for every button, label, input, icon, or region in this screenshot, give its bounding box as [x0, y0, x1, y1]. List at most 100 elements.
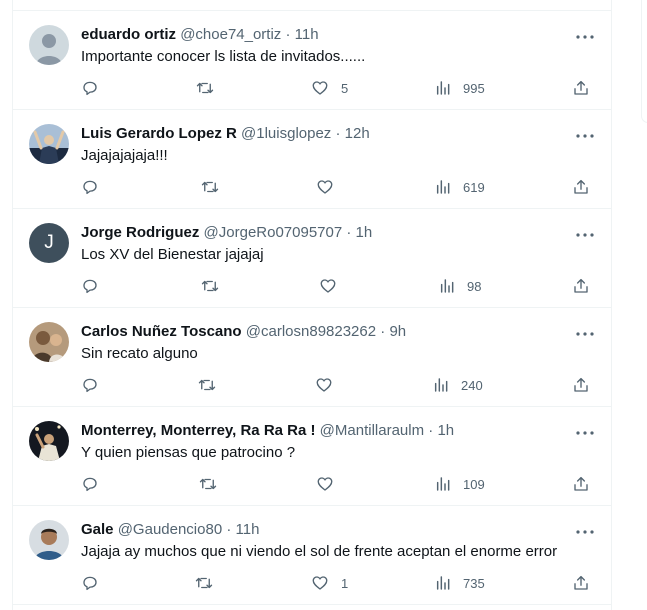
reply-icon — [83, 477, 97, 492]
author-name[interactable]: Luis Gerardo Lopez R — [81, 125, 237, 142]
author-handle[interactable]: @choe74_ortiz — [180, 26, 281, 43]
reply-button[interactable] — [81, 78, 111, 98]
avatar[interactable] — [29, 322, 69, 362]
view-count: 619 — [463, 179, 485, 195]
heart-icon — [312, 576, 328, 590]
share-button[interactable] — [572, 375, 590, 395]
retweet-button[interactable] — [197, 375, 229, 395]
timestamp[interactable]: 1h — [437, 422, 454, 439]
avatar[interactable] — [29, 421, 69, 461]
reply-tweet[interactable]: Carlos Nuñez Toscano @carlosn89823262 · … — [13, 308, 611, 407]
views-chart-icon — [436, 81, 450, 95]
more-options-icon[interactable] — [575, 126, 595, 146]
retweet-icon — [199, 478, 217, 490]
author-handle[interactable]: @JorgeRo07095707 — [204, 224, 343, 241]
timestamp[interactable]: 11h — [295, 26, 319, 43]
reply-button[interactable] — [81, 375, 111, 395]
reply-button[interactable] — [81, 474, 111, 494]
tweet-header: Carlos Nuñez Toscano @carlosn89823262 · … — [81, 322, 565, 342]
timestamp[interactable]: 12h — [345, 125, 370, 142]
reply-button[interactable] — [81, 276, 111, 296]
more-options-icon[interactable] — [575, 522, 595, 542]
share-icon — [574, 179, 588, 194]
views-button[interactable]: 109 — [435, 474, 485, 494]
like-button[interactable] — [315, 375, 345, 395]
more-options-icon[interactable] — [575, 27, 595, 47]
author-name[interactable]: Carlos Nuñez Toscano — [81, 323, 242, 340]
views-button[interactable]: 619 — [435, 177, 485, 197]
like-button[interactable] — [316, 177, 346, 197]
retweet-button[interactable] — [195, 78, 227, 98]
author-name[interactable]: Gale — [81, 521, 114, 538]
timestamp[interactable]: 9h — [389, 323, 406, 340]
like-button[interactable]: 1 — [311, 573, 348, 593]
author-handle[interactable]: @Gaudencio80 — [118, 521, 222, 538]
avatar[interactable] — [29, 520, 69, 560]
views-button[interactable]: 995 — [435, 78, 485, 98]
heart-icon — [316, 378, 332, 392]
author-name[interactable]: Monterrey, Monterrey, Ra Ra Ra ! — [81, 422, 316, 439]
author-handle[interactable]: @carlosn89823262 — [246, 323, 376, 340]
user-photo-icon — [29, 124, 69, 164]
author-name[interactable]: eduardo ortiz — [81, 26, 176, 43]
tweet-header: Monterrey, Monterrey, Ra Ra Ra ! @Mantil… — [81, 421, 565, 441]
retweet-icon — [201, 280, 219, 292]
avatar[interactable] — [29, 25, 69, 65]
more-options-icon[interactable] — [575, 324, 595, 344]
reply-button[interactable] — [81, 573, 111, 593]
reply-tweet[interactable]: Monterrey, Monterrey, Ra Ra Ra ! @Mantil… — [13, 407, 611, 506]
more-options-icon[interactable] — [575, 225, 595, 245]
separator-dot: · — [380, 323, 386, 340]
author-handle[interactable]: @Mantillaraulm — [320, 422, 424, 439]
view-count: 98 — [467, 278, 482, 294]
share-button[interactable] — [572, 78, 590, 98]
default-avatar-icon — [29, 25, 69, 65]
reply-tweet[interactable]: Gale @Gaudencio80 · 11h Jajaja ay muchos… — [13, 506, 611, 605]
retweet-button[interactable] — [200, 276, 232, 296]
share-icon — [574, 377, 588, 392]
share-button[interactable] — [572, 177, 590, 197]
avatar[interactable]: J — [29, 223, 69, 263]
views-button[interactable]: 735 — [435, 573, 485, 593]
reply-tweet[interactable]: J Jorge Rodriguez @JorgeRo07095707 · 1h … — [13, 209, 611, 308]
like-button[interactable] — [319, 276, 349, 296]
share-button[interactable] — [572, 573, 590, 593]
retweet-button[interactable] — [200, 177, 232, 197]
like-count: 1 — [341, 575, 349, 591]
tweet-actions: 619 — [81, 177, 595, 197]
views-button[interactable]: 240 — [433, 375, 483, 395]
separator-dot: · — [335, 125, 341, 142]
separator-dot: · — [285, 26, 291, 43]
like-button[interactable]: 5 — [311, 78, 348, 98]
retweet-icon — [195, 577, 213, 589]
views-chart-icon — [440, 279, 454, 293]
share-button[interactable] — [572, 474, 590, 494]
share-icon — [574, 476, 588, 491]
timestamp[interactable]: 11h — [236, 521, 260, 538]
reply-icon — [83, 81, 97, 96]
views-button[interactable]: 98 — [439, 276, 481, 296]
avatar[interactable] — [29, 124, 69, 164]
share-button[interactable] — [572, 276, 590, 296]
retweet-button[interactable] — [198, 474, 230, 494]
sidebar-edge — [641, 0, 647, 123]
like-count: 5 — [341, 80, 349, 96]
tweet-text: Jajaja ay muchos que ni viendo el sol de… — [81, 543, 558, 560]
author-handle[interactable]: @1luisglopez — [241, 125, 331, 142]
tweet-actions: 98 — [81, 276, 595, 296]
share-icon — [574, 575, 588, 590]
author-name[interactable]: Jorge Rodriguez — [81, 224, 199, 241]
user-photo-icon — [29, 322, 69, 362]
avatar-initial: J — [44, 232, 54, 253]
reply-tweet[interactable]: Luis Gerardo Lopez R @1luisglopez · 12h … — [13, 110, 611, 209]
tweet-actions: 240 — [81, 375, 595, 395]
like-button[interactable] — [316, 474, 346, 494]
timestamp[interactable]: 1h — [356, 224, 373, 241]
retweet-button[interactable] — [194, 573, 226, 593]
view-count: 995 — [463, 80, 485, 96]
reply-icon — [83, 180, 97, 195]
more-options-icon[interactable] — [575, 423, 595, 443]
reply-button[interactable] — [81, 177, 111, 197]
tweet-actions: 109 — [81, 474, 595, 494]
reply-tweet[interactable]: eduardo ortiz @choe74_ortiz · 11h Import… — [13, 11, 611, 110]
